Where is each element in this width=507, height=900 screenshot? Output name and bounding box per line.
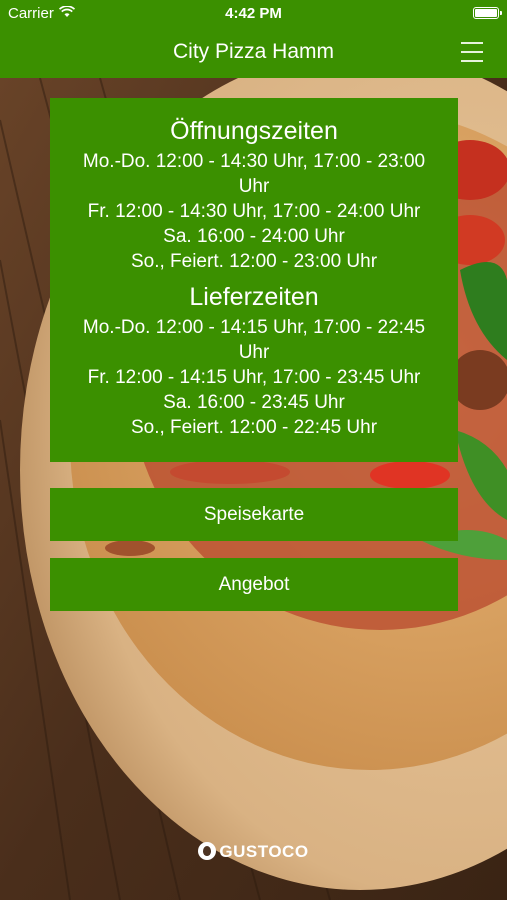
page-title: City Pizza Hamm bbox=[172, 40, 335, 63]
opening-hours-line: Mo.-Do. 12:00 - 14:30 Uhr, 17:00 - 23:00… bbox=[82, 151, 426, 197]
navigation-bar: City Pizza Hamm bbox=[0, 28, 507, 78]
opening-hours-heading: Öffnungszeiten bbox=[170, 117, 338, 145]
delivery-hours-line: Sa. 16:00 - 23:45 Uhr bbox=[163, 392, 345, 413]
delivery-hours-line: Fr. 12:00 - 14:15 Uhr, 17:00 - 23:45 Uhr bbox=[87, 367, 421, 388]
brand-name: GUSTOCO bbox=[219, 842, 309, 861]
gustoco-logo-icon bbox=[198, 842, 217, 860]
hamburger-menu-icon[interactable] bbox=[461, 42, 483, 64]
battery-icon bbox=[473, 7, 502, 19]
opening-hours-line: So., Feiert. 12:00 - 23:00 Uhr bbox=[130, 251, 378, 272]
offer-button[interactable]: Angebot bbox=[50, 558, 458, 611]
hours-panel: Öffnungszeiten Mo.-Do. 12:00 - 14:30 Uhr… bbox=[50, 98, 458, 462]
delivery-hours-line: So., Feiert. 12:00 - 22:45 Uhr bbox=[130, 417, 378, 438]
gustoco-logo: GUSTOCO bbox=[0, 842, 507, 862]
opening-hours-line: Fr. 12:00 - 14:30 Uhr, 17:00 - 24:00 Uhr bbox=[87, 201, 421, 222]
menu-button[interactable]: Speisekarte bbox=[50, 488, 458, 541]
status-bar: Carrier 4:42 PM bbox=[0, 0, 507, 28]
status-time: 4:42 PM bbox=[225, 5, 282, 22]
opening-hours-list: Mo.-Do. 12:00 - 14:30 Uhr, 17:00 - 23:00… bbox=[50, 149, 458, 274]
delivery-hours-list: Mo.-Do. 12:00 - 14:15 Uhr, 17:00 - 22:45… bbox=[50, 315, 458, 440]
delivery-hours-heading: Lieferzeiten bbox=[189, 283, 319, 311]
delivery-hours-line: Mo.-Do. 12:00 - 14:15 Uhr, 17:00 - 22:45… bbox=[82, 317, 426, 363]
opening-hours-line: Sa. 16:00 - 24:00 Uhr bbox=[163, 226, 345, 247]
